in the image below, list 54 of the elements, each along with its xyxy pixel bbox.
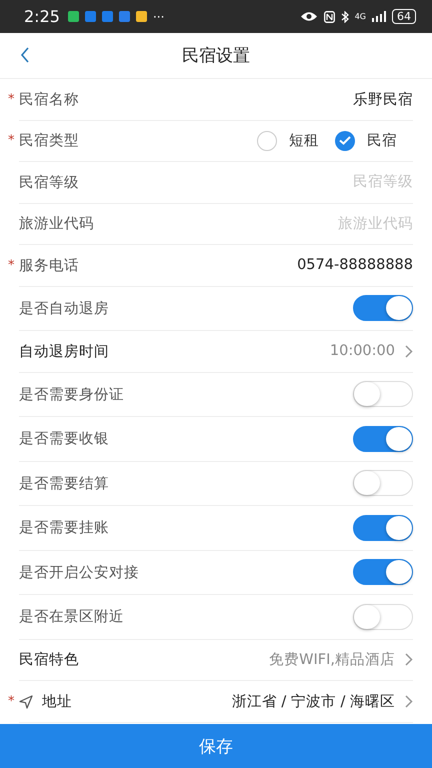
field-label: 民宿特色 — [19, 650, 80, 670]
nfc-icon — [324, 10, 335, 22]
chevron-right-icon — [405, 344, 413, 358]
field-label: 是否需要挂账 — [19, 519, 110, 538]
field-label: 是否自动退房 — [19, 300, 110, 318]
more-notifications: ··· — [152, 10, 164, 24]
radio-label: 民宿 — [367, 132, 397, 150]
page-title: 民宿设置 — [182, 45, 250, 67]
input-field[interactable]: 民宿等级 — [253, 174, 413, 190]
field-value: 免费WIFI,精品酒店 — [269, 650, 395, 670]
notification-icon — [68, 11, 79, 22]
field-label: 民宿类型 — [19, 132, 80, 150]
field-label: 是否需要身份证 — [19, 386, 125, 404]
field-value: 10:00:00 — [330, 343, 395, 360]
field-label: 地址 — [42, 693, 73, 711]
required-asterisk: * — [8, 694, 14, 709]
toggle-switch[interactable] — [353, 295, 413, 322]
notification-icon — [84, 11, 96, 22]
field-label: 是否在景区附近 — [19, 608, 125, 626]
status-time: 2:25 — [24, 7, 60, 26]
chevron-right-icon — [405, 695, 413, 708]
signal-icon — [372, 11, 386, 22]
required-asterisk: * — [8, 258, 14, 273]
field-value: 乐野民宿 — [353, 90, 413, 109]
field-label: 是否需要收银 — [19, 430, 110, 448]
field-label: 自动退房时间 — [19, 342, 110, 361]
toggle-switch[interactable] — [353, 514, 413, 541]
radio-checked-icon[interactable] — [335, 130, 355, 151]
notification-icon — [118, 11, 130, 22]
field-label: 是否开启公安对接 — [19, 564, 140, 582]
field-label: 民宿名称 — [19, 90, 80, 109]
save-button[interactable]: 保存 — [0, 724, 432, 768]
radio-label: 短租 — [289, 132, 319, 150]
bluetooth-icon — [340, 10, 349, 22]
radio-button[interactable] — [257, 130, 277, 151]
field-label: 服务电话 — [19, 256, 80, 275]
field-label: 民宿等级 — [19, 174, 80, 192]
field-value: 浙江省 / 宁波市 / 海曙区 — [232, 692, 395, 711]
navigation-arrow-icon — [19, 694, 33, 708]
battery-level: 64 — [392, 9, 416, 24]
required-asterisk: * — [8, 92, 14, 107]
eye-icon — [300, 11, 318, 22]
input-field[interactable]: 旅游业代码 — [253, 216, 413, 232]
chevron-right-icon — [405, 653, 413, 666]
network-type: 4G — [354, 12, 366, 21]
notification-icon — [102, 11, 113, 22]
toggle-switch[interactable] — [353, 559, 413, 586]
field-label: 旅游业代码 — [19, 215, 95, 234]
field-value: 0574-88888888 — [297, 257, 413, 274]
toggle-switch[interactable] — [353, 426, 413, 452]
notification-icon — [136, 11, 147, 22]
required-asterisk: * — [8, 133, 14, 148]
back-icon[interactable] — [20, 47, 30, 63]
field-label: 是否需要结算 — [19, 474, 110, 493]
